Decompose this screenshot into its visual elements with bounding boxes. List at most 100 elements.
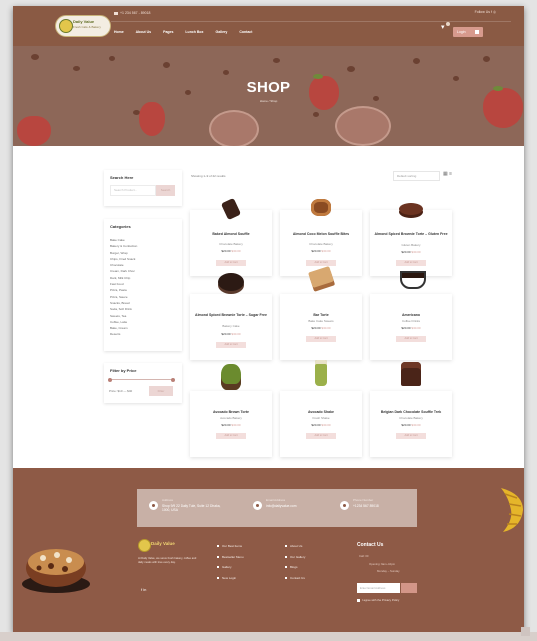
product-image-torte[interactable]	[395, 199, 427, 223]
product-image-americano[interactable]	[395, 271, 427, 307]
results-count: Showing 1–9 of 22 results	[191, 174, 226, 178]
price-slider-track[interactable]	[109, 379, 173, 380]
add-to-cart-button[interactable]: Add to Cart	[216, 260, 246, 266]
logo-mark-icon	[59, 19, 73, 33]
footer-link[interactable]: Our Best Items	[217, 543, 244, 554]
footer-link[interactable]: Bestseller Menu	[217, 554, 244, 565]
product-name[interactable]: Avocado Shake	[283, 410, 359, 414]
add-to-cart-button[interactable]: Add to Cart	[306, 336, 336, 342]
footer-link[interactable]: Our Gallery	[285, 554, 305, 565]
nav-home[interactable]: Home	[114, 30, 124, 34]
footer-link[interactable]: Gallery	[217, 564, 244, 575]
breadcrumb[interactable]: Home / Shop	[13, 99, 524, 103]
add-to-cart-button[interactable]: Add to Cart	[396, 433, 426, 439]
login-button[interactable]: Login	[453, 27, 483, 37]
nav-lunch-box[interactable]: Lunch Box	[185, 30, 203, 34]
product-card[interactable]: Belgian Dark Chocolate Souffle Trek Choc…	[370, 362, 452, 457]
list-view-icon[interactable]: ≡	[449, 171, 452, 177]
nav-contact[interactable]: Contact	[239, 30, 252, 34]
product-image-chocolate-bar[interactable]	[215, 197, 247, 223]
privacy-checkbox[interactable]: I agree with the Privacy Policy	[357, 598, 399, 602]
product-image-nut-bites[interactable]	[305, 199, 337, 223]
price-slider-min-handle[interactable]	[108, 377, 112, 382]
product-category: Coffee Drinks	[401, 319, 421, 323]
cart-badge	[446, 22, 450, 26]
email-value[interactable]: info@dailyvalue.com	[266, 504, 296, 508]
contact-info-panel: Address Shop 9/9 22 Daily Tule, Suite 12…	[137, 489, 417, 527]
product-card[interactable]: Almond Spiced Brownie Torte – Sugar Free…	[190, 273, 272, 360]
add-to-cart-button[interactable]: Add to Cart	[216, 342, 246, 348]
product-card[interactable]: Almond Coco Melon Souffle Bites Chocolat…	[280, 199, 362, 276]
header-contact: +1 234 567 - 89018	[114, 11, 150, 15]
product-price: $20.00 $30.00	[373, 326, 449, 330]
site-logo[interactable]: Daily Value Fresh Cafe & Bakery	[55, 15, 111, 37]
search-input[interactable]: Search Product...	[110, 185, 156, 196]
product-name[interactable]: Almond Spiced Brownie Torte – Gluten Fre…	[373, 232, 449, 236]
add-to-cart-button[interactable]: Add to Cart	[306, 433, 336, 439]
product-name[interactable]: Avocado Brown Torte	[193, 410, 269, 414]
search-widget-title: Search Here	[110, 175, 134, 180]
newsletter-subscribe-button[interactable]	[401, 583, 417, 593]
category-item[interactable]: Cream, Dark Choc	[110, 268, 137, 274]
product-card[interactable]: Avocado Shake Fresh Shake $20.00 $30.00 …	[280, 360, 362, 457]
scroll-to-top-button[interactable]	[521, 627, 530, 636]
add-to-cart-button[interactable]: Add to Cart	[396, 336, 426, 342]
logo-text: Daily Value	[73, 19, 95, 24]
bullet-icon	[217, 555, 219, 558]
filter-button[interactable]: Filter	[149, 386, 173, 396]
search-widget: Search Here Search Product... Search	[104, 170, 182, 206]
add-to-cart-button[interactable]: Add to Cart	[396, 260, 426, 266]
product-card[interactable]: Bar Torte Bake Cake Sweets $20.00 $30.00…	[280, 265, 362, 360]
price-old: $30.00	[411, 250, 421, 254]
category-item[interactable]: Deserts	[110, 331, 137, 337]
footer-link[interactable]: Blogs	[285, 564, 305, 575]
product-price: $20.00 $30.00	[193, 423, 269, 427]
product-card[interactable]: Avocado Brown Torte Avocado Bakery $20.0…	[190, 364, 272, 457]
product-image-bar-torte[interactable]	[305, 265, 337, 307]
footer-link[interactable]: Contact Us	[285, 575, 305, 586]
footer-links-col-2: About Us Our Gallery Blogs Contact Us	[285, 543, 305, 585]
grid-view-icon[interactable]: ▦	[443, 171, 448, 177]
nav-gallery[interactable]: Gallery	[216, 30, 228, 34]
header-social[interactable]: Follow Us f ◎	[475, 10, 496, 14]
product-card[interactable]: Baked Almond Souffle Chocolate Bakery $2…	[190, 197, 272, 276]
price-old: $30.00	[411, 423, 421, 427]
search-button[interactable]: Search	[156, 185, 175, 196]
product-name[interactable]: Baked Almond Souffle	[193, 232, 269, 236]
product-name[interactable]: Americano	[373, 313, 449, 317]
instagram-icon[interactable]: ◎	[493, 10, 496, 14]
add-to-cart-button[interactable]: Add to Cart	[306, 260, 336, 266]
price-current: $20.00	[311, 423, 321, 427]
product-price: $20.00 $30.00	[283, 423, 359, 427]
product-name[interactable]: Almond Spiced Brownie Torte – Sugar Free	[193, 313, 269, 317]
price-old: $30.00	[411, 326, 421, 330]
footer-link[interactable]: About Us	[285, 543, 305, 554]
product-image-brownie-torte[interactable]	[215, 273, 247, 307]
footer-logo[interactable]: Daily Value	[138, 539, 178, 552]
facebook-icon[interactable]: f	[491, 10, 492, 14]
product-image-avocado-shake[interactable]	[305, 360, 337, 404]
product-name[interactable]: Belgian Dark Chocolate Souffle Trek	[373, 410, 449, 414]
view-toggle[interactable]: ▦ ≡	[443, 171, 452, 177]
price-old: $30.00	[321, 423, 331, 427]
footer-social[interactable]: f in	[141, 587, 146, 592]
product-name[interactable]: Almond Coco Melon Souffle Bites	[283, 232, 359, 236]
price-range-label: Price: $10 — $40	[109, 389, 133, 393]
price-current: $20.00	[221, 249, 231, 253]
checkbox-icon[interactable]	[357, 598, 360, 602]
sort-select[interactable]: Default sorting	[393, 171, 440, 181]
product-name[interactable]: Bar Torte	[283, 313, 359, 317]
footer-link[interactable]: New Login	[217, 575, 244, 586]
nav-about[interactable]: About Us	[136, 30, 152, 34]
product-image-avocado-torte[interactable]	[215, 364, 247, 404]
add-to-cart-button[interactable]: Add to Cart	[216, 433, 246, 439]
phone-value[interactable]: +1234 567 89018	[353, 504, 379, 508]
product-card[interactable]: Almond Spiced Brownie Torte – Gluten Fre…	[370, 203, 452, 276]
categories-title: Categories	[110, 224, 131, 229]
price-slider-max-handle[interactable]	[171, 377, 175, 382]
nav-pages[interactable]: Pages	[163, 30, 173, 34]
category-item[interactable]: Bakery & Confection	[110, 243, 137, 249]
newsletter-email-input[interactable]: Enter Email Address	[357, 583, 400, 593]
product-card[interactable]: Americano Coffee Drinks $20.00 $30.00 Ad…	[370, 271, 452, 360]
product-image-chocolate-souffle[interactable]	[395, 362, 427, 404]
